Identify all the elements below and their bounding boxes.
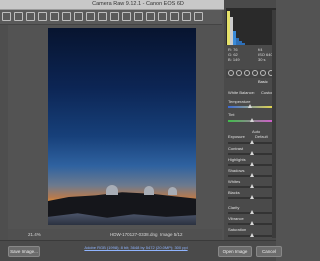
shadows-slider[interactable] [228, 173, 274, 177]
temperature-slider[interactable] [228, 104, 274, 108]
slider-knob[interactable] [250, 162, 254, 166]
blacks-label: Blacks [228, 190, 240, 195]
slider-knob[interactable] [250, 140, 254, 144]
straighten-icon[interactable] [74, 12, 83, 21]
exposure-label: Exposure [228, 134, 245, 139]
rgb-readout: R: 76 G: 62 B: 149 [228, 47, 240, 62]
vibrance-slider[interactable] [228, 221, 274, 225]
slider-knob[interactable] [250, 233, 254, 237]
zoom-icon[interactable] [2, 12, 11, 21]
observatory-dome [144, 186, 154, 195]
shadows-label: Shadows [228, 168, 245, 173]
slider-knob[interactable] [248, 104, 252, 108]
zoom-level[interactable]: 21.4% [28, 229, 41, 240]
save-image-button[interactable]: Save Image... [8, 246, 40, 257]
exposure-slider[interactable] [228, 140, 274, 144]
highlights-slider[interactable] [228, 162, 274, 166]
open-image-button[interactable]: Open Image [218, 246, 252, 257]
targeted-adjustment-icon[interactable] [50, 12, 59, 21]
delete-icon[interactable] [194, 12, 203, 21]
slider-knob[interactable] [250, 173, 254, 177]
contrast-slider[interactable] [228, 151, 274, 155]
image-count: Image 5/12 [160, 232, 183, 237]
spot-removal-icon[interactable] [98, 12, 107, 21]
histogram-bar [242, 43, 245, 45]
rotate-right-icon[interactable] [182, 12, 191, 21]
vibrance-label: Vibrance [228, 216, 244, 221]
filmstrip-rail[interactable] [0, 25, 8, 240]
photo-preview[interactable] [48, 28, 196, 225]
saturation-label: Saturation [228, 227, 247, 232]
crop-icon[interactable] [62, 12, 71, 21]
white-balance-icon[interactable] [26, 12, 35, 21]
highlights-label: Highlights [228, 157, 246, 162]
rotate-left-icon[interactable] [170, 12, 179, 21]
contrast-label: Contrast [228, 146, 244, 151]
slider-knob[interactable] [250, 210, 254, 214]
adjustment-brush-icon[interactable] [122, 12, 131, 21]
tone-curve-tab-icon[interactable] [236, 70, 242, 76]
saturation-slider[interactable] [228, 233, 274, 237]
tint-slider[interactable] [228, 118, 274, 122]
bottom-bar: Save Image... Adobe RGB (1998); 8 bit; 3… [0, 240, 282, 261]
panel-tabs [226, 69, 276, 78]
observatory-dome [106, 185, 118, 195]
whites-slider[interactable] [228, 184, 274, 188]
red-eye-icon[interactable] [110, 12, 119, 21]
preferences-icon[interactable] [158, 12, 167, 21]
cancel-button[interactable]: Cancel [256, 246, 282, 257]
observatory-dome [168, 187, 177, 195]
slider-knob[interactable] [250, 184, 254, 188]
whites-label: Whites [228, 179, 241, 184]
right-panel: R: 76 G: 62 B: 149 f/4 ISO 6400 30 s Bas… [224, 0, 276, 240]
clarity-label: Clarity [228, 205, 240, 210]
clarity-slider[interactable] [228, 210, 274, 214]
slider-knob[interactable] [250, 221, 254, 225]
basic-tab-icon[interactable] [228, 70, 234, 76]
white-balance-label: White Balance: [228, 90, 255, 95]
radial-filter-icon[interactable] [146, 12, 155, 21]
slider-knob[interactable] [250, 118, 254, 122]
hand-icon[interactable] [14, 12, 23, 21]
transform-icon[interactable] [86, 12, 95, 21]
status-row: 21.4% HDW-170127-0338.dng Image 5/12 [8, 229, 222, 240]
color-sampler-icon[interactable] [38, 12, 47, 21]
slider-knob[interactable] [250, 151, 254, 155]
section-title: Basic [258, 79, 268, 84]
split-toning-tab-icon[interactable] [260, 70, 266, 76]
histogram [226, 8, 276, 45]
panel-scrollbar[interactable] [272, 10, 276, 238]
tint-label: Tint [228, 112, 235, 117]
workflow-options-link[interactable]: Adobe RGB (1998); 8 bit; 3648 by 5472 (2… [76, 245, 196, 250]
default-link[interactable]: Default [255, 134, 268, 139]
blue-value: B: 149 [228, 57, 240, 62]
graduated-filter-icon[interactable] [134, 12, 143, 21]
toolbar [0, 10, 222, 25]
blacks-slider[interactable] [228, 195, 274, 199]
detail-tab-icon[interactable] [244, 70, 250, 76]
filename: HDW-170127-0338.dng [110, 232, 158, 237]
slider-knob[interactable] [250, 195, 254, 199]
hsl-tab-icon[interactable] [252, 70, 258, 76]
